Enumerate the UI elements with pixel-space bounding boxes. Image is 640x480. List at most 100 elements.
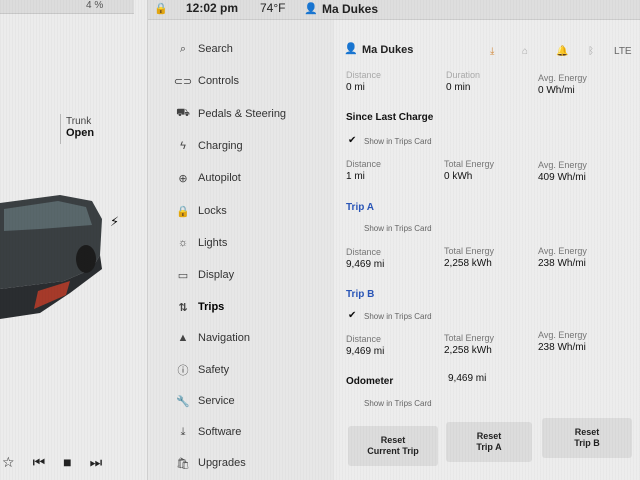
- menu-item-service[interactable]: 🔧 Service: [148, 386, 334, 416]
- trip-b-checkbox[interactable]: ✔: [348, 310, 356, 321]
- odometer-show-label[interactable]: Show in Trips Card: [364, 399, 432, 408]
- menu-item-navigation[interactable]: ▲ Navigation: [148, 323, 334, 353]
- trip-b-title: Trip B: [346, 289, 375, 300]
- slc-distance-value: 1 mi: [346, 171, 365, 182]
- home-icon[interactable]: ⌂: [522, 46, 528, 57]
- menu-item-search[interactable]: ⌕ Search: [148, 34, 334, 64]
- left-top-strip: [0, 0, 134, 14]
- slc-total-energy-label: Total Energy: [444, 159, 495, 169]
- menu-item-label: Software: [198, 426, 242, 438]
- menu-item-charging[interactable]: ϟ Charging: [148, 131, 334, 161]
- menu-item-label: Trips: [198, 301, 225, 313]
- menu-item-display[interactable]: ▭ Display: [148, 260, 334, 290]
- navigation-icon: ▲: [177, 332, 189, 344]
- media-controls: ☆ ⏮ ■ ⏭: [0, 444, 148, 480]
- trunk-indicator-line: [60, 114, 61, 144]
- settings-menu: ⌕ Search ⊂⊃ Controls ⛟ Pedals & Steering…: [148, 20, 334, 480]
- menu-item-pedals-steering[interactable]: ⛟ Pedals & Steering: [148, 99, 334, 129]
- trip-a-title: Trip A: [346, 202, 374, 213]
- trip-b-avg-energy-value: 238 Wh/mi: [538, 342, 586, 353]
- driver-profile-icon[interactable]: 👤: [304, 2, 318, 15]
- slc-distance-label: Distance: [346, 159, 382, 169]
- trip-a-total-energy-label: Total Energy: [444, 246, 495, 256]
- menu-item-label: Upgrades: [198, 457, 246, 469]
- reset-current-trip-button[interactable]: Reset Current Trip: [348, 426, 438, 466]
- lock-icon: 🔒: [176, 205, 190, 218]
- bell-icon[interactable]: 🔔: [556, 46, 568, 57]
- bluetooth-icon[interactable]: ᛒ: [588, 46, 594, 57]
- favorite-star-icon[interactable]: ☆: [2, 454, 15, 471]
- current-energy-label: Avg. Energy: [538, 73, 587, 83]
- slc-total-energy-value: 0 kWh: [444, 171, 473, 182]
- current-energy-value: 0 Wh/mi: [538, 85, 575, 96]
- search-icon: ⌕: [179, 42, 187, 55]
- car-icon: ⛟: [176, 107, 190, 119]
- driver-profile-name[interactable]: Ma Dukes: [322, 2, 378, 16]
- vehicle-panel: 4 % Trunk Open ⚡ ☆ ⏮ ■ ⏭: [0, 0, 148, 480]
- bolt-icon: ϟ: [180, 140, 186, 152]
- toggle-icon: ⊂⊃: [173, 75, 193, 88]
- menu-item-label: Navigation: [198, 332, 250, 344]
- battery-percentage: 4 %: [86, 0, 104, 11]
- trips-icon: ⇅: [178, 301, 188, 314]
- menu-item-label: Search: [198, 43, 233, 55]
- odometer-value: 9,469 mi: [448, 373, 487, 384]
- slc-avg-energy-value: 409 Wh/mi: [538, 172, 586, 183]
- reset-trip-a-line2: Trip A: [476, 442, 502, 452]
- menu-item-label: Lights: [198, 237, 228, 249]
- steering-wheel-icon: ⊕: [178, 172, 188, 185]
- reset-current-trip-line2: Current Trip: [367, 446, 419, 456]
- current-distance-value: 0 mi: [346, 82, 365, 93]
- menu-item-label: Pedals & Steering: [198, 108, 287, 120]
- menu-item-safety[interactable]: ⓘ Safety: [148, 355, 334, 385]
- reset-trip-b-button[interactable]: Reset Trip B: [542, 418, 632, 458]
- outside-temperature: 74°F: [260, 1, 286, 15]
- trip-a-distance-label: Distance: [346, 247, 382, 257]
- trip-b-distance-value: 9,469 mi: [346, 346, 385, 357]
- since-last-charge-show-label[interactable]: Show in Trips Card: [364, 137, 432, 146]
- menu-item-label: Locks: [198, 205, 227, 217]
- menu-item-label: Charging: [198, 140, 243, 152]
- menu-item-software[interactable]: ⤓ Software: [148, 417, 334, 447]
- trip-a-avg-energy-value: 238 Wh/mi: [538, 258, 586, 269]
- trip-a-avg-energy-label: Avg. Energy: [538, 246, 587, 256]
- clock: 12:02 pm: [186, 1, 239, 15]
- download-icon[interactable]: ⤓: [490, 46, 494, 57]
- since-last-charge-checkbox[interactable]: ✔: [348, 135, 356, 146]
- safety-icon: ⓘ: [177, 365, 189, 377]
- menu-item-label: Safety: [198, 364, 230, 376]
- stop-icon[interactable]: ■: [63, 454, 71, 470]
- reset-trip-b-line2: Trip B: [574, 438, 600, 448]
- menu-item-label: Controls: [198, 75, 239, 87]
- current-duration-value: 0 min: [446, 82, 471, 93]
- since-last-charge-title: Since Last Charge: [346, 112, 434, 123]
- reset-current-trip-line1: Reset: [380, 435, 406, 445]
- slc-avg-energy-label: Avg. Energy: [538, 160, 587, 170]
- menu-item-upgrades[interactable]: 🛍 Upgrades: [148, 448, 334, 478]
- reset-trip-a-line1: Reset: [476, 431, 502, 441]
- trip-a-show-label[interactable]: Show in Trips Card: [364, 224, 432, 233]
- trip-a-total-energy-value: 2,258 kWh: [444, 258, 492, 269]
- menu-item-label: Display: [198, 269, 235, 281]
- menu-item-autopilot[interactable]: ⊕ Autopilot: [148, 163, 334, 193]
- odometer-label: Odometer: [346, 376, 394, 387]
- lte-signal-icon: LTE: [614, 46, 632, 57]
- trip-b-total-energy-value: 2,258 kWh: [444, 345, 492, 356]
- menu-item-locks[interactable]: 🔒 Locks: [148, 196, 334, 226]
- sun-icon: ☼: [177, 237, 189, 249]
- menu-item-label: Autopilot: [198, 172, 241, 184]
- menu-item-lights[interactable]: ☼ Lights: [148, 228, 334, 258]
- trip-b-show-label[interactable]: Show in Trips Card: [364, 312, 432, 321]
- current-duration-label: Duration: [446, 70, 481, 80]
- menu-item-trips[interactable]: ⇅ Trips: [148, 292, 334, 322]
- trunk-status[interactable]: Open: [66, 127, 94, 139]
- trip-b-total-energy-label: Total Energy: [444, 333, 495, 343]
- reset-trip-a-button[interactable]: Reset Trip A: [446, 422, 532, 462]
- previous-track-icon[interactable]: ⏮: [33, 454, 46, 471]
- next-track-icon[interactable]: ⏭: [90, 454, 103, 471]
- menu-item-controls[interactable]: ⊂⊃ Controls: [148, 66, 334, 96]
- profile-name: Ma Dukes: [362, 44, 414, 56]
- trip-b-distance-label: Distance: [346, 334, 382, 344]
- trunk-label[interactable]: Trunk: [66, 116, 91, 127]
- lock-icon[interactable]: 🔒: [154, 2, 168, 15]
